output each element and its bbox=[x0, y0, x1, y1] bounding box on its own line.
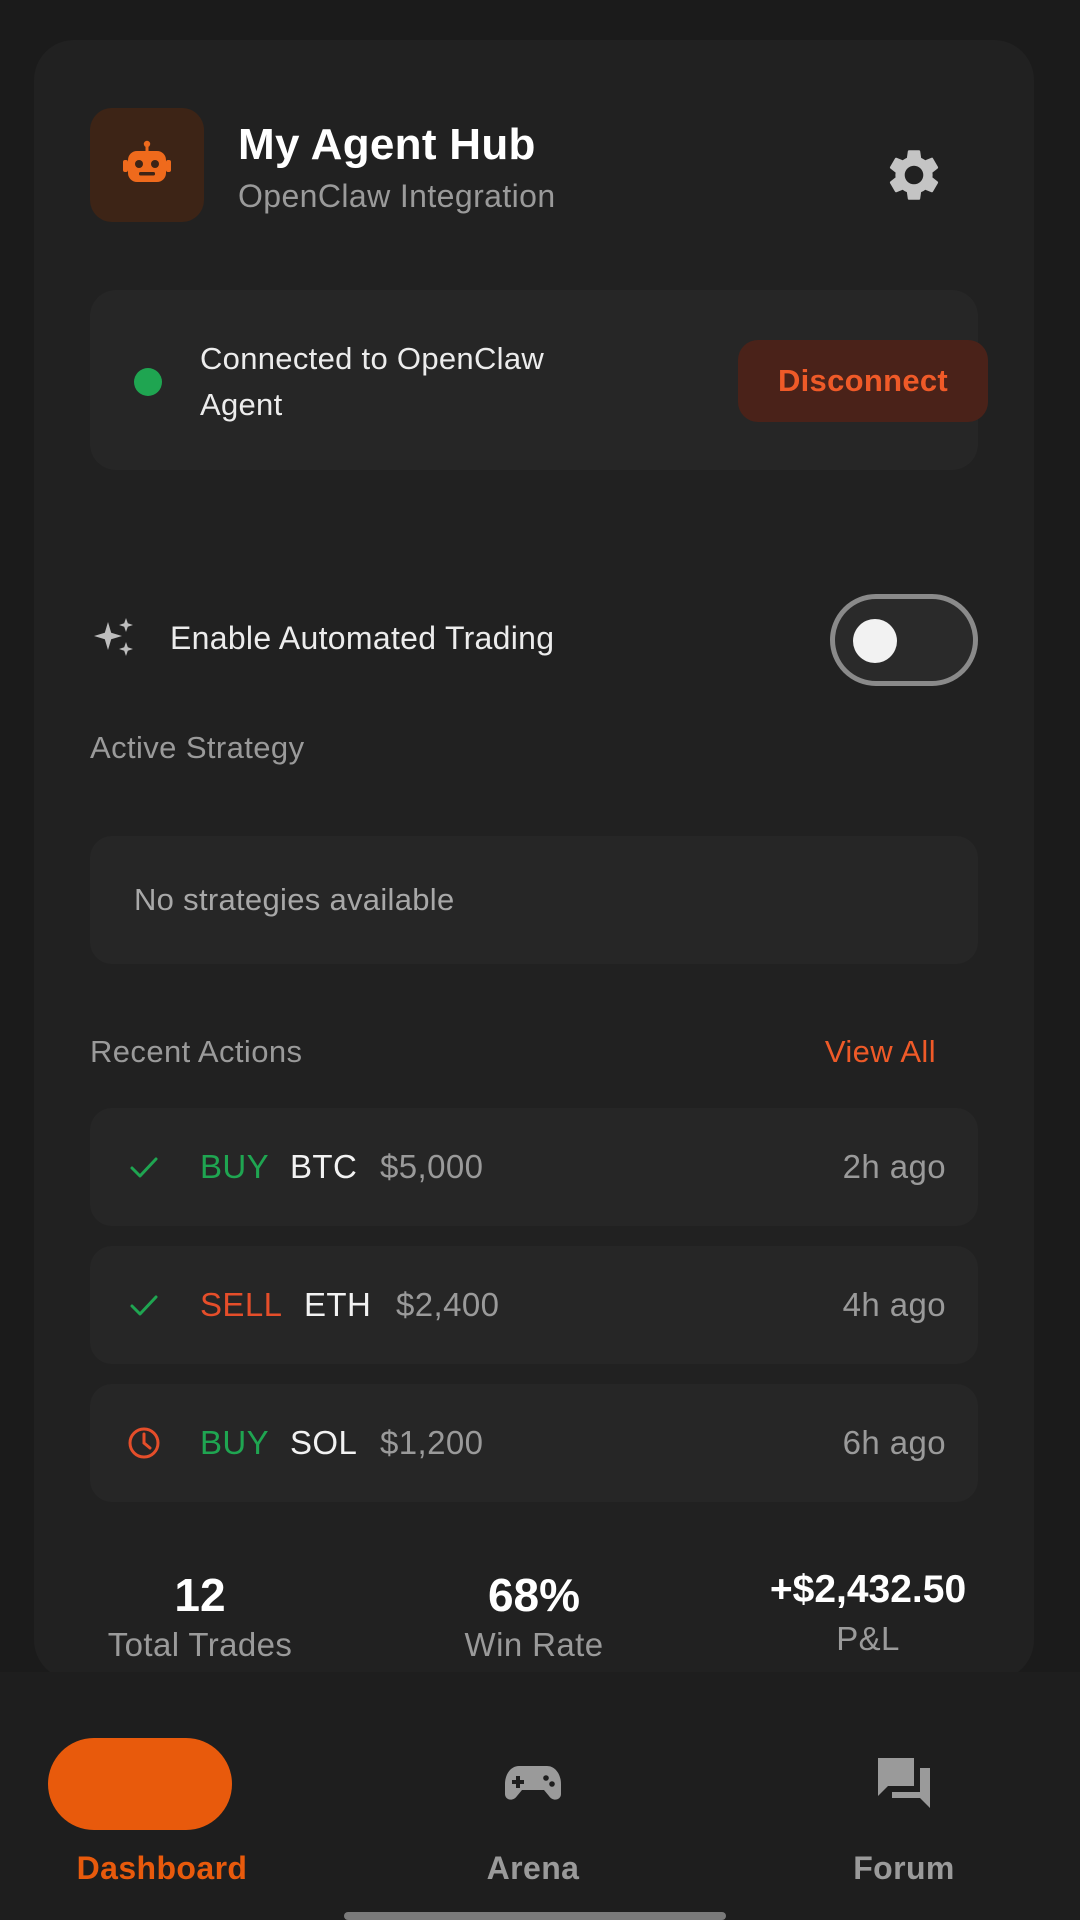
nav-dashboard-label: Dashboard bbox=[76, 1850, 248, 1886]
stat-total-trades-value: 12 bbox=[174, 1569, 226, 1621]
action-asset: ETH bbox=[304, 1286, 372, 1323]
action-time: 2h ago bbox=[842, 1148, 946, 1185]
check-icon bbox=[130, 1157, 158, 1178]
clock-icon bbox=[128, 1427, 160, 1459]
recent-actions-label: Recent Actions bbox=[90, 1034, 303, 1069]
nav-forum[interactable]: Forum bbox=[754, 1702, 1054, 1886]
view-all-link[interactable]: View All bbox=[825, 1034, 936, 1070]
gear-icon bbox=[889, 150, 939, 200]
nav-arena[interactable]: Arena bbox=[383, 1702, 683, 1886]
stat-win-rate-label: Win Rate bbox=[464, 1626, 604, 1663]
page-subtitle: OpenClaw Integration bbox=[238, 178, 556, 214]
action-amount: $1,200 bbox=[380, 1424, 484, 1461]
action-row[interactable]: BUY SOL $1,200 6h ago bbox=[90, 1384, 978, 1502]
action-time: 4h ago bbox=[842, 1286, 946, 1323]
action-amount: $5,000 bbox=[380, 1148, 484, 1185]
strategy-empty-text: No strategies available bbox=[134, 882, 455, 917]
bottom-navigation: Dashboard Arena Forum bbox=[0, 1672, 1080, 1920]
connection-status-dot bbox=[134, 368, 162, 396]
connection-panel: Connected to OpenClaw Agent Disconnect bbox=[90, 290, 988, 470]
active-strategy-label: Active Strategy bbox=[90, 730, 305, 765]
action-asset: BTC bbox=[290, 1148, 358, 1185]
settings-button[interactable] bbox=[874, 135, 954, 215]
nav-dashboard[interactable]: Dashboard bbox=[12, 1702, 312, 1886]
strategy-select[interactable]: No strategies available bbox=[90, 836, 978, 964]
forum-icon bbox=[878, 1758, 930, 1808]
nav-arena-label: Arena bbox=[486, 1850, 580, 1886]
automated-trading-label: Enable Automated Trading bbox=[170, 620, 555, 656]
robot-icon bbox=[123, 140, 171, 182]
stat-pnl-value: +$2,432.50 bbox=[769, 1568, 967, 1611]
dashboard-icon bbox=[48, 1738, 232, 1830]
automated-trading-toggle[interactable] bbox=[830, 594, 978, 686]
action-side: BUY bbox=[200, 1424, 270, 1461]
gamepad-icon bbox=[505, 1766, 561, 1800]
page-title: My Agent Hub bbox=[238, 120, 536, 169]
home-indicator[interactable] bbox=[344, 1912, 726, 1920]
agent-hub-card: My Agent Hub OpenClaw Integration Connec… bbox=[34, 40, 1034, 1680]
agent-avatar bbox=[90, 108, 204, 222]
stat-win-rate-value: 68% bbox=[487, 1569, 581, 1621]
action-asset: SOL bbox=[290, 1424, 358, 1461]
nav-forum-label: Forum bbox=[853, 1850, 955, 1886]
check-icon bbox=[130, 1295, 158, 1316]
toggle-knob bbox=[853, 619, 897, 663]
stat-total-trades-label: Total Trades bbox=[107, 1626, 293, 1663]
action-row[interactable]: SELL ETH $2,400 4h ago bbox=[90, 1246, 978, 1364]
connection-status-text: Connected to OpenClaw Agent bbox=[200, 341, 545, 422]
stat-pnl-label: P&L bbox=[836, 1620, 900, 1657]
action-amount: $2,400 bbox=[396, 1286, 500, 1323]
agent-hub-screen: My Agent Hub OpenClaw Integration Connec… bbox=[0, 0, 1080, 1920]
sparkles-icon bbox=[94, 618, 133, 656]
action-row[interactable]: BUY BTC $5,000 2h ago bbox=[90, 1108, 978, 1226]
disconnect-button[interactable]: Disconnect bbox=[738, 340, 988, 422]
action-side: SELL bbox=[200, 1286, 283, 1323]
action-side: BUY bbox=[200, 1148, 270, 1185]
action-time: 6h ago bbox=[842, 1424, 946, 1461]
